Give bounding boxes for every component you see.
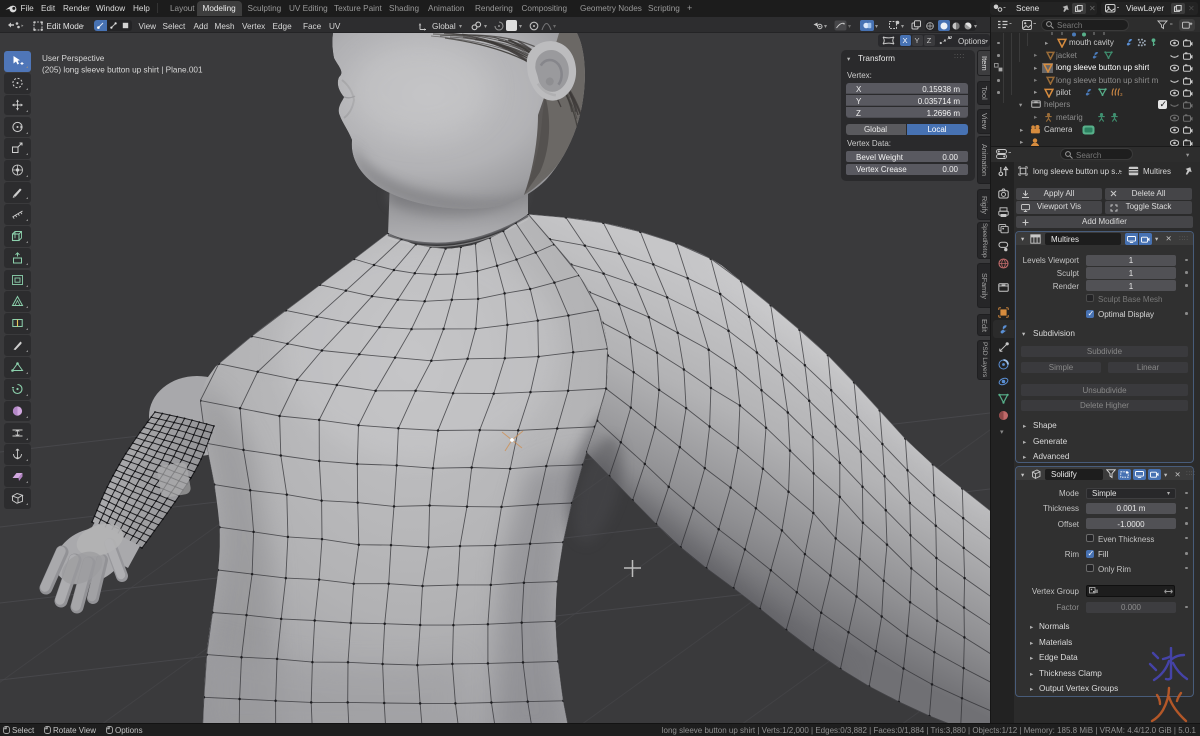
svg-text:3: 3 bbox=[1120, 92, 1123, 96]
